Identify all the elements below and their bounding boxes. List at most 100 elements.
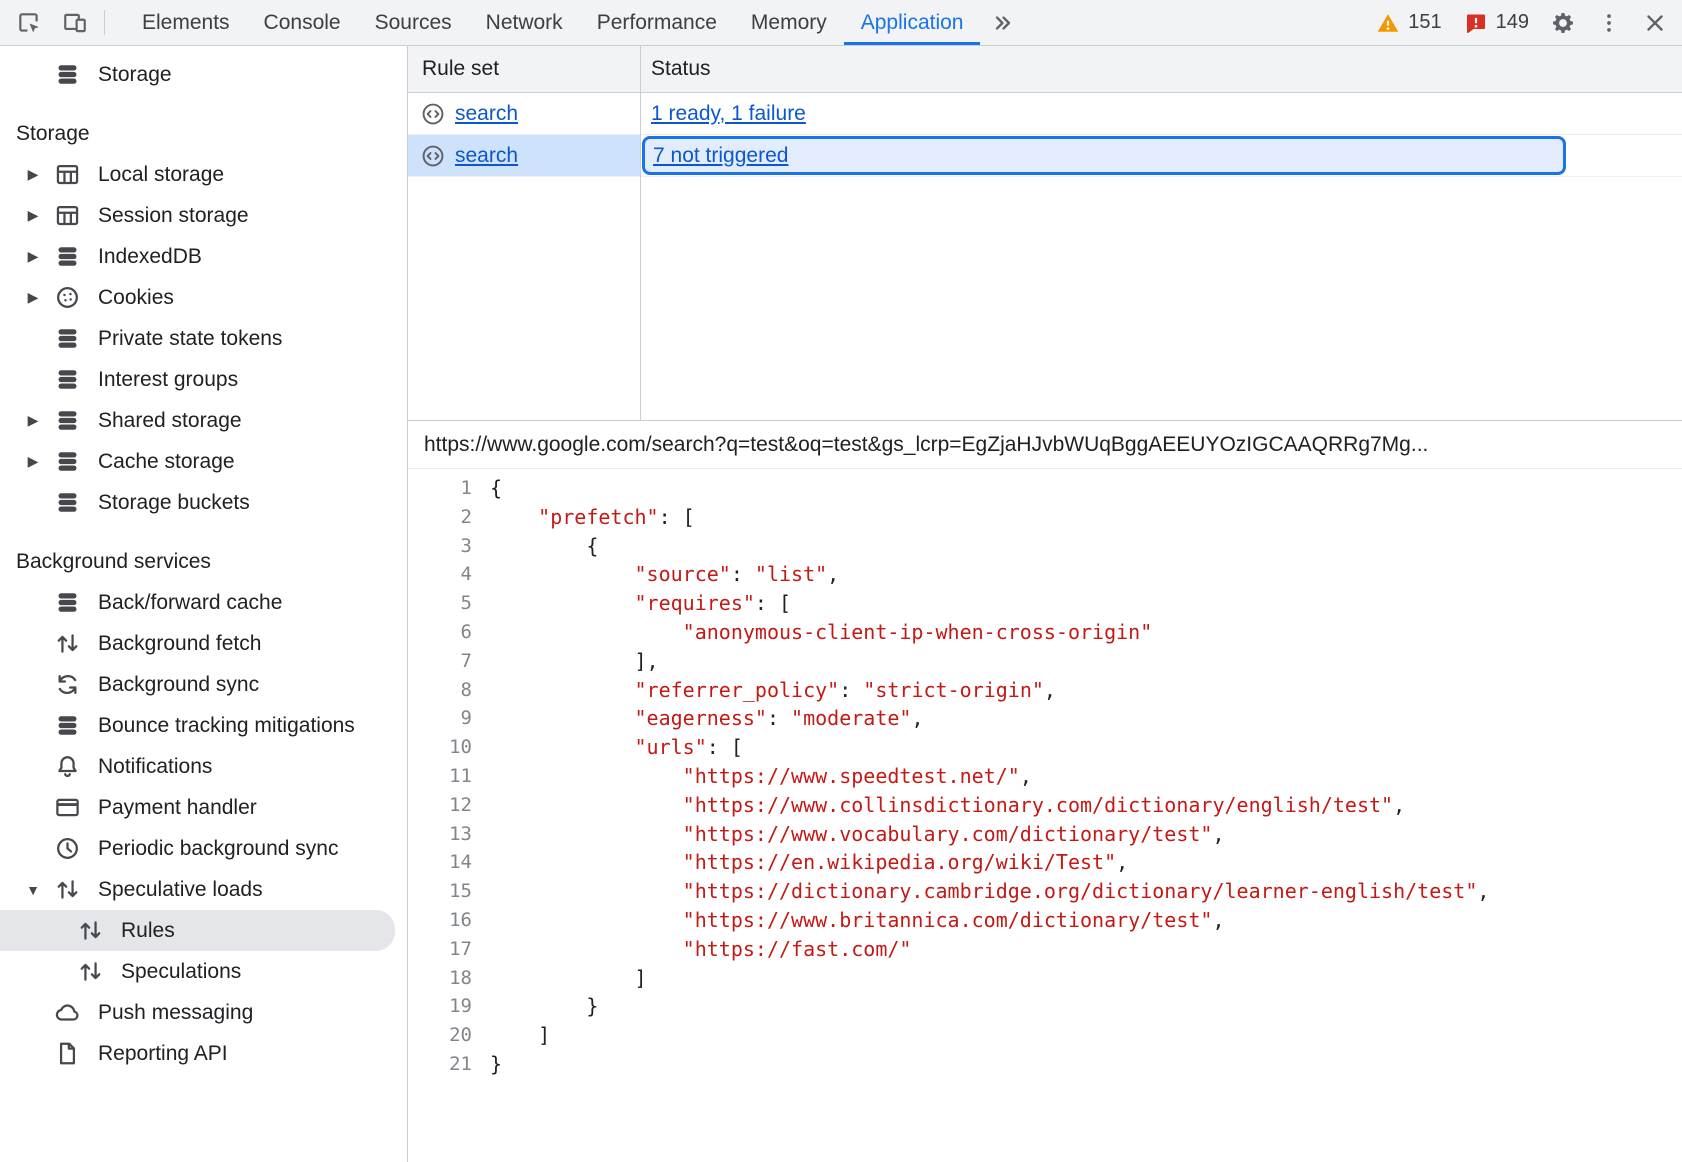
expand-arrow-icon[interactable]: ▶ <box>14 207 52 224</box>
sidebar-item-session-storage[interactable]: ▶Session storage <box>0 195 407 236</box>
sidebar-item-storage[interactable]: Storage <box>0 54 407 95</box>
tab-network[interactable]: Network <box>469 0 580 45</box>
code-line: 5 "requires": [ <box>408 589 1682 618</box>
warnings-counter[interactable]: 151 <box>1365 11 1452 35</box>
sidebar-item-bounce-tracking-mitigations[interactable]: Bounce tracking mitigations <box>0 705 407 746</box>
line-number: 18 <box>408 964 472 993</box>
sidebar-item-shared-storage[interactable]: ▶Shared storage <box>0 400 407 441</box>
code-line: 10 "urls": [ <box>408 733 1682 762</box>
rule-set-link[interactable]: search <box>455 102 518 126</box>
line-number: 16 <box>408 906 472 935</box>
code-text: "requires": [ <box>472 589 791 618</box>
bell-icon <box>52 752 82 782</box>
device-toolbar-icon[interactable] <box>52 0 98 45</box>
tab-elements[interactable]: Elements <box>125 0 247 45</box>
database-icon <box>52 60 82 90</box>
status-link[interactable]: 1 ready, 1 failure <box>651 102 806 126</box>
column-header-rule-set[interactable]: Rule set <box>408 57 640 81</box>
expand-arrow-icon[interactable]: ▶ <box>14 248 52 265</box>
database-icon <box>52 324 82 354</box>
line-number: 12 <box>408 791 472 820</box>
rule-set-cell: search <box>408 135 640 176</box>
rule-set-link[interactable]: search <box>455 144 518 168</box>
sidebar-item-private-state-tokens[interactable]: Private state tokens <box>0 318 407 359</box>
sidebar-item-cache-storage[interactable]: ▶Cache storage <box>0 441 407 482</box>
code-text: { <box>472 474 502 503</box>
sidebar-item-label: Storage <box>98 63 172 87</box>
code-text: { <box>472 532 598 561</box>
sidebar-item-label: Background fetch <box>98 632 261 656</box>
sidebar-item-local-storage[interactable]: ▶ Local storage <box>0 154 407 195</box>
tab-console[interactable]: Console <box>247 0 358 45</box>
sidebar-item-label: Notifications <box>98 755 212 779</box>
sidebar-item-periodic-background-sync[interactable]: Periodic background sync <box>0 828 407 869</box>
code-view: 1{2 "prefetch": [3 {4 "source": "list",5… <box>408 469 1682 1162</box>
sidebar-item-interest-groups[interactable]: Interest groups <box>0 359 407 400</box>
settings-gear-icon[interactable] <box>1540 10 1586 36</box>
sidebar-item-label: Back/forward cache <box>98 591 282 615</box>
sidebar-item-indexeddb[interactable]: ▶IndexedDB <box>0 236 407 277</box>
sidebar-item-push-messaging[interactable]: Push messaging <box>0 992 407 1033</box>
code-line: 17 "https://fast.com/" <box>408 935 1682 964</box>
database-icon <box>52 588 82 618</box>
database-icon <box>52 242 82 272</box>
kebab-menu-icon[interactable] <box>1586 10 1632 36</box>
sidebar-item-label: Bounce tracking mitigations <box>98 714 355 738</box>
sidebar-item-cookies[interactable]: ▶Cookies <box>0 277 407 318</box>
rule-set-row[interactable]: search 7 not triggered <box>408 135 1682 177</box>
code-text: "prefetch": [ <box>472 503 695 532</box>
code-line: 14 "https://en.wikipedia.org/wiki/Test", <box>408 848 1682 877</box>
tab-memory[interactable]: Memory <box>734 0 844 45</box>
tab-application[interactable]: Application <box>844 0 981 45</box>
devtools-toolbar: ElementsConsoleSourcesNetworkPerformance… <box>0 0 1682 46</box>
rules-grid-body: search 1 ready, 1 failure search 7 not trig… <box>408 93 1682 420</box>
sidebar-item-back-forward-cache[interactable]: Back/forward cache <box>0 582 407 623</box>
sidebar-item-payment-handler[interactable]: Payment handler <box>0 787 407 828</box>
code-line: 1{ <box>408 474 1682 503</box>
rule-set-source-url[interactable]: https://www.google.com/search?q=test&oq=… <box>408 421 1682 469</box>
main-area: StorageStorage▶Local storage▶Session sto… <box>0 46 1682 1162</box>
errors-counter[interactable]: 149 <box>1453 11 1540 35</box>
expand-arrow-icon[interactable]: ▶ <box>14 412 52 429</box>
rule-set-row[interactable]: search 1 ready, 1 failure <box>408 93 1682 135</box>
sidebar-item-notifications[interactable]: Notifications <box>0 746 407 787</box>
sidebar-item-label: Storage buckets <box>98 491 250 515</box>
sidebar-item-label: Periodic background sync <box>98 837 338 861</box>
more-tabs-button[interactable] <box>980 0 1026 45</box>
code-line: 16 "https://www.britannica.com/dictionar… <box>408 906 1682 935</box>
tab-performance[interactable]: Performance <box>580 0 734 45</box>
inspect-icon[interactable] <box>6 0 52 45</box>
sidebar-item-speculative-loads[interactable]: ▼Speculative loads <box>0 869 407 910</box>
sidebar-item-label: Payment handler <box>98 796 257 820</box>
expand-arrow-icon[interactable]: ▶ <box>14 166 52 183</box>
sidebar-item-storage-buckets[interactable]: Storage buckets <box>0 482 407 523</box>
sidebar-item-rules[interactable]: Rules <box>0 910 395 951</box>
code-text: "https://dictionary.cambridge.org/dictio… <box>472 877 1489 906</box>
code-line: 3 { <box>408 532 1682 561</box>
sidebar-item-speculations[interactable]: Speculations <box>0 951 407 992</box>
close-icon[interactable] <box>1632 10 1678 36</box>
sidebar-item-label: Rules <box>121 919 175 943</box>
toolbar-left-icons <box>6 0 98 45</box>
line-number: 17 <box>408 935 472 964</box>
code-text: ] <box>472 1021 550 1050</box>
status-link[interactable]: 7 not triggered <box>653 144 788 168</box>
code-text: "https://www.britannica.com/dictionary/t… <box>472 906 1225 935</box>
expand-arrow-icon[interactable]: ▶ <box>14 453 52 470</box>
expand-arrow-icon[interactable]: ▶ <box>14 289 52 306</box>
sidebar-item-reporting-api[interactable]: Reporting API <box>0 1033 407 1074</box>
column-header-status[interactable]: Status <box>640 57 1682 81</box>
tab-sources[interactable]: Sources <box>358 0 469 45</box>
tab-strip: ElementsConsoleSourcesNetworkPerformance… <box>125 0 980 45</box>
collapse-arrow-icon[interactable]: ▼ <box>14 882 52 898</box>
sidebar-item-label: Speculations <box>121 960 241 984</box>
sidebar-item-label: Local storage <box>98 163 224 187</box>
sidebar-item-background-sync[interactable]: Background sync <box>0 664 407 705</box>
cookie-icon <box>52 283 82 313</box>
sidebar-item-label: Interest groups <box>98 368 238 392</box>
line-number: 11 <box>408 762 472 791</box>
error-icon <box>1464 11 1488 35</box>
code-text: "urls": [ <box>472 733 743 762</box>
line-number: 14 <box>408 848 472 877</box>
sidebar-item-background-fetch[interactable]: Background fetch <box>0 623 407 664</box>
